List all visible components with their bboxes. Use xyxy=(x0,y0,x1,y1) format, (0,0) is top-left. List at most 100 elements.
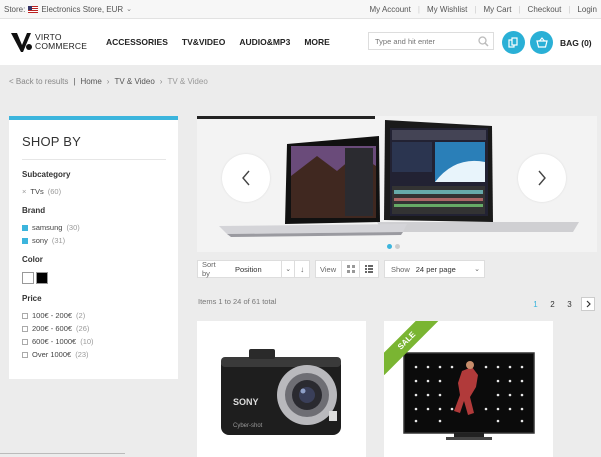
chevron-right-icon xyxy=(538,170,546,186)
nav-item-tv-video[interactable]: TV&VIDEO xyxy=(182,37,225,47)
slider-dot-active[interactable] xyxy=(387,244,392,249)
login-link[interactable]: Login xyxy=(570,5,597,14)
sort-control: Sort by Position ⌄ ↓ xyxy=(197,260,310,278)
facet-label: Over 1000€ xyxy=(32,350,72,359)
price-facet: Price 100€ - 200€ (2) 200€ - 600€ (26) 6… xyxy=(22,294,166,359)
shop-by-sidebar: SHOP BY Subcategory × TVs (60) Brand sam… xyxy=(9,116,178,379)
brand-item-sony[interactable]: sony (31) xyxy=(22,236,166,245)
bag-count[interactable]: BAG (0) xyxy=(560,38,592,48)
chevron-down-icon[interactable]: ⌄ xyxy=(470,265,484,273)
logo-line-2: COMMERCE xyxy=(35,41,88,51)
my-account-link[interactable]: My Account xyxy=(363,5,418,14)
facet-label: sony xyxy=(32,236,48,245)
price-item[interactable]: 200€ - 600€ (26) xyxy=(22,324,166,333)
page-1-link[interactable]: 1 xyxy=(527,300,544,309)
checkbox[interactable] xyxy=(22,312,28,319)
grid-view-button[interactable] xyxy=(341,261,359,277)
per-page-select[interactable]: 24 per page xyxy=(416,265,470,274)
facet-count: (31) xyxy=(51,236,66,245)
my-wishlist-link[interactable]: My Wishlist xyxy=(420,5,474,14)
facet-count: (30) xyxy=(66,223,80,232)
search-input[interactable] xyxy=(375,36,475,46)
subcategory-title: Subcategory xyxy=(22,170,71,179)
page-3-link[interactable]: 3 xyxy=(561,300,578,309)
checkbox[interactable] xyxy=(22,325,28,332)
price-item[interactable]: 600€ - 1000€ (10) xyxy=(22,337,166,346)
sort-dropdown-chevron-icon[interactable]: ⌄ xyxy=(281,261,294,277)
store-selector[interactable]: Store: Electronics Store, EUR ⌄ xyxy=(4,5,132,14)
subcategory-facet: Subcategory × TVs (60) xyxy=(22,170,166,196)
top-utility-bar: Store: Electronics Store, EUR ⌄ My Accou… xyxy=(0,0,601,19)
next-page-button[interactable] xyxy=(581,297,595,311)
compare-button[interactable] xyxy=(502,31,525,54)
sort-select[interactable]: Position xyxy=(229,265,281,274)
nav-item-audio-mp3[interactable]: AUDIO&MP3 xyxy=(239,37,290,47)
breadcrumb-home[interactable]: Home xyxy=(80,77,101,86)
nav-item-accessories[interactable]: ACCESSORIES xyxy=(106,37,168,47)
show-label: Show xyxy=(391,264,410,274)
facet-label: samsung xyxy=(32,223,63,232)
view-control: View xyxy=(315,260,379,278)
breadcrumb: < Back to results | Home › TV & Video › … xyxy=(9,77,208,86)
facet-count: (2) xyxy=(76,311,86,320)
my-cart-link[interactable]: My Cart xyxy=(476,5,518,14)
divider xyxy=(0,453,125,454)
color-facet: Color xyxy=(22,255,166,284)
checkbox-checked[interactable] xyxy=(22,224,28,231)
nav-item-more[interactable]: MORE xyxy=(304,37,330,47)
color-swatch-white[interactable] xyxy=(22,272,34,284)
checkbox[interactable] xyxy=(22,338,28,345)
cart-button[interactable] xyxy=(530,31,553,54)
checkbox-checked[interactable] xyxy=(22,237,28,244)
virto-commerce-logo[interactable]: VIRTO COMMERCE xyxy=(10,30,87,54)
breadcrumb-separator: › xyxy=(106,77,110,86)
checkout-link[interactable]: Checkout xyxy=(521,5,569,14)
brand-facet: Brand samsung (30) sony (31) xyxy=(22,206,166,245)
slider-prev-button[interactable] xyxy=(222,154,270,202)
product-card[interactable]: SONY Cyber-shot xyxy=(197,321,366,457)
price-item[interactable]: Over 1000€ (23) xyxy=(22,350,166,359)
camera-model-text: Cyber-shot xyxy=(233,423,263,429)
price-title: Price xyxy=(22,294,42,303)
show-per-page-control: Show 24 per page ⌄ xyxy=(384,260,485,278)
chevron-left-icon xyxy=(242,170,250,186)
subcategory-item-tvs[interactable]: × TVs (60) xyxy=(22,187,166,196)
facet-label: 100€ - 200€ xyxy=(32,311,73,320)
brand-item-samsung[interactable]: samsung (30) xyxy=(22,223,166,232)
logo-mark-icon xyxy=(11,33,32,52)
view-label: View xyxy=(320,264,337,274)
slider-dot[interactable] xyxy=(395,244,400,249)
logo-text: VIRTO COMMERCE xyxy=(35,33,87,51)
compare-icon xyxy=(508,37,518,48)
color-swatches xyxy=(22,272,166,284)
list-view-button[interactable] xyxy=(359,261,377,277)
facet-count: (26) xyxy=(76,324,90,333)
hero-slider xyxy=(197,116,597,252)
search-icon[interactable] xyxy=(478,36,489,47)
site-header: VIRTO COMMERCE ACCESSORIES TV&VIDEO AUDI… xyxy=(0,19,601,65)
checkbox[interactable] xyxy=(22,351,28,358)
basket-icon xyxy=(535,37,548,48)
breadcrumb-separator: › xyxy=(159,77,163,86)
page-2-link[interactable]: 2 xyxy=(544,300,561,309)
back-to-results-link[interactable]: < Back to results xyxy=(9,77,68,86)
color-swatch-black[interactable] xyxy=(36,272,48,284)
facet-label: 200€ - 600€ xyxy=(32,324,73,333)
pagination: 1 2 3 xyxy=(527,297,595,311)
divider: | xyxy=(73,77,76,86)
breadcrumb-current: TV & Video xyxy=(167,77,208,86)
grid-icon xyxy=(346,265,355,273)
slider-next-button[interactable] xyxy=(518,154,566,202)
shop-by-title: SHOP BY xyxy=(22,134,166,160)
account-links: My Account | My Wishlist | My Cart | Che… xyxy=(363,5,598,14)
camera-product-image[interactable]: SONY Cyber-shot xyxy=(197,321,366,457)
main-nav: ACCESSORIES TV&VIDEO AUDIO&MP3 MORE xyxy=(106,37,344,47)
price-item[interactable]: 100€ - 200€ (2) xyxy=(22,311,166,320)
breadcrumb-tv-video[interactable]: TV & Video xyxy=(114,77,154,86)
remove-icon: × xyxy=(22,187,27,196)
product-card[interactable]: SALE xyxy=(384,321,553,457)
brand-title: Brand xyxy=(22,206,46,215)
sort-direction-arrow-icon[interactable]: ↓ xyxy=(294,261,309,277)
facet-count: (23) xyxy=(75,350,89,359)
list-icon xyxy=(364,265,373,273)
